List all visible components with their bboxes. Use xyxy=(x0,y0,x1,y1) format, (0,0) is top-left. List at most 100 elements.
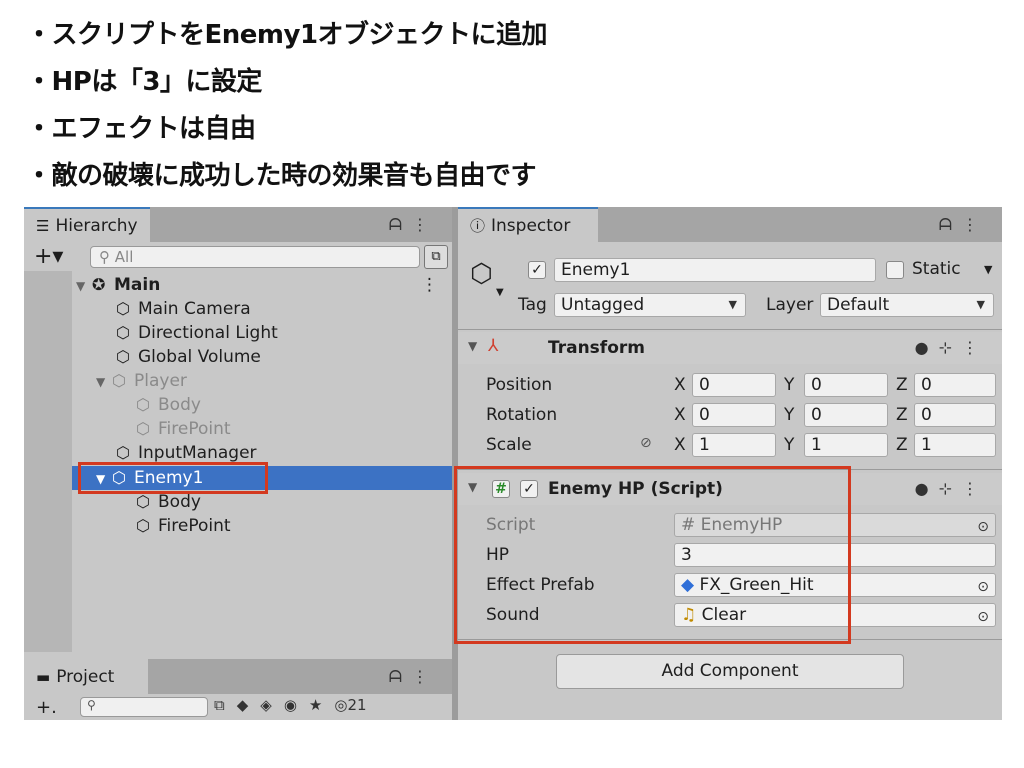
note-line: ・敵の破壊に成功した時の効果音も自由です xyxy=(26,161,537,191)
hierarchy-item[interactable]: ⬡ FirePoint xyxy=(72,514,452,538)
hierarchy-toolbar: +▾ ⚲ All ⧉ xyxy=(24,242,452,271)
hierarchy-panel: ☰ Hierarchy ᗩ⋮ +▾ ⚲ All ⧉ ▼ ✪ Main ⋮ ⬡ Main… xyxy=(24,207,452,652)
hierarchy-search-input[interactable]: ⚲ All xyxy=(90,246,420,268)
foldout-arrow-icon[interactable]: ▼ xyxy=(468,339,477,353)
kebab-menu-icon[interactable]: ⋮ xyxy=(421,273,438,297)
project-toolbar: +. ⚲ ⧉◆◈◉★◎21 xyxy=(24,694,452,720)
divider xyxy=(458,329,1002,330)
hierarchy-item[interactable]: ⬡ Main Camera xyxy=(72,297,452,321)
position-label: Position xyxy=(486,375,553,395)
scale-x-field[interactable]: 1 xyxy=(692,433,776,457)
project-tools: ⧉◆◈◉★◎21 xyxy=(214,696,367,714)
chevron-down-icon[interactable]: ▼ xyxy=(984,263,992,276)
cube-icon: ⬡ xyxy=(112,371,126,390)
kebab-menu-icon[interactable]: ⋮ xyxy=(412,667,438,686)
star-icon[interactable]: ★ xyxy=(309,696,334,714)
scene-icon: ✪ xyxy=(92,275,106,294)
project-tabbar: ▬ Project ᗩ⋮ xyxy=(24,659,452,694)
tab-label: Project xyxy=(56,666,115,687)
note-line: ・エフェクトは自由 xyxy=(26,114,256,144)
preset-icon[interactable]: ⊹ xyxy=(939,479,962,498)
rotation-y-field[interactable]: 0 xyxy=(804,403,888,427)
object-picker-icon[interactable]: ⊙ xyxy=(977,516,989,536)
kebab-menu-icon[interactable]: ⋮ xyxy=(412,215,438,234)
hierarchy-item[interactable]: ⬡ Body xyxy=(72,393,452,417)
cube-icon: ⬡ xyxy=(116,299,130,318)
preset-icon[interactable]: ⊹ xyxy=(939,338,962,357)
scale-y-field[interactable]: 1 xyxy=(804,433,888,457)
static-checkbox[interactable] xyxy=(886,261,904,279)
help-icon[interactable]: ● xyxy=(915,338,939,357)
label-filter-icon[interactable]: ◈ xyxy=(260,696,284,714)
kebab-menu-icon[interactable]: ⋮ xyxy=(962,338,988,357)
tag-label: Tag xyxy=(518,295,547,315)
inspector-tabbar: ⓘ Inspector ᗩ⋮ xyxy=(458,207,1002,242)
object-picker-icon[interactable]: ⊙ xyxy=(977,576,989,596)
help-icon[interactable]: ● xyxy=(915,479,939,498)
hierarchy-item[interactable]: ⬡ Global Volume xyxy=(72,345,452,369)
transform-title: Transform xyxy=(548,338,645,358)
scale-z-field[interactable]: 1 xyxy=(914,433,996,457)
axis-z-label: Z xyxy=(896,375,908,395)
layer-label: Layer xyxy=(766,295,814,315)
type-filter-icon[interactable]: ◆ xyxy=(237,696,261,714)
tab-project[interactable]: ▬ Project xyxy=(24,659,148,694)
hierarchy-item-main[interactable]: ▼ ✪ Main ⋮ xyxy=(72,273,452,297)
active-checkbox[interactable]: ✓ xyxy=(528,261,546,279)
inspector-tab-tools: ᗩ⋮ xyxy=(939,215,988,235)
hierarchy-item[interactable]: ⬡ Directional Light xyxy=(72,321,452,345)
kebab-menu-icon[interactable]: ⋮ xyxy=(962,215,988,234)
note-line: ・スクリプトをEnemy1オブジェクトに追加 xyxy=(26,20,548,50)
position-z-field[interactable]: 0 xyxy=(914,373,996,397)
position-y-field[interactable]: 0 xyxy=(804,373,888,397)
foldout-arrow-icon[interactable]: ▼ xyxy=(76,274,92,298)
hidden-count: 21 xyxy=(347,696,367,714)
project-panel: ▬ Project ᗩ⋮ +. ⚲ ⧉◆◈◉★◎21 xyxy=(24,659,452,720)
position-x-field[interactable]: 0 xyxy=(692,373,776,397)
lock-icon[interactable]: ᗩ xyxy=(389,215,412,234)
axis-z-label: Z xyxy=(896,435,908,455)
info-icon: ⓘ xyxy=(470,217,486,235)
chevron-down-icon[interactable]: ▼ xyxy=(496,287,504,298)
search-icon: ⚲ xyxy=(87,698,96,712)
create-button[interactable]: +▾ xyxy=(34,244,74,269)
create-button[interactable]: +. xyxy=(36,697,57,718)
rotation-x-field[interactable]: 0 xyxy=(692,403,776,427)
rotation-label: Rotation xyxy=(486,405,558,425)
instruction-notes: ・スクリプトをEnemy1オブジェクトに追加 ・HPは「3」に設定 ・エフェクト… xyxy=(26,14,548,202)
highlight-box-script xyxy=(454,466,851,644)
project-search-input[interactable]: ⚲ xyxy=(80,697,208,717)
hierarchy-tab-tools: ᗩ⋮ xyxy=(389,215,438,235)
note-line: ・HPは「3」に設定 xyxy=(26,67,262,97)
add-component-button[interactable]: Add Component xyxy=(556,654,904,689)
search-icon: ⚲ xyxy=(99,248,115,266)
link-icon[interactable]: ⊘ xyxy=(640,435,652,451)
object-picker-icon[interactable]: ⊙ xyxy=(977,606,989,626)
kebab-menu-icon[interactable]: ⋮ xyxy=(962,479,988,498)
layer-dropdown[interactable]: Default xyxy=(820,293,994,317)
search-options-icon[interactable]: ⧉ xyxy=(424,245,448,269)
hierarchy-tabbar: ☰ Hierarchy ᗩ⋮ xyxy=(24,207,452,242)
hierarchy-item-player[interactable]: ▼ ⬡ Player xyxy=(72,369,452,393)
info-icon[interactable]: ◉ xyxy=(284,696,309,714)
eye-icon[interactable]: ◎ xyxy=(334,696,347,714)
rotation-z-field[interactable]: 0 xyxy=(914,403,996,427)
tab-hierarchy[interactable]: ☰ Hierarchy xyxy=(24,207,150,242)
search-options-icon[interactable]: ⧉ xyxy=(214,696,237,714)
tab-inspector[interactable]: ⓘ Inspector xyxy=(458,207,598,242)
hierarchy-item[interactable]: ⬡ FirePoint xyxy=(72,417,452,441)
axis-y-label: Y xyxy=(784,375,795,395)
component-tools: ●⊹⋮ xyxy=(915,479,988,498)
tag-dropdown[interactable]: Untagged xyxy=(554,293,746,317)
hierarchy-gutter xyxy=(24,271,72,652)
foldout-arrow-icon[interactable]: ▼ xyxy=(96,370,112,394)
inspector-panel: ⓘ Inspector ᗩ⋮ ⬡ ▼ ✓ Enemy1 Static ▼ Tag… xyxy=(454,207,1002,720)
gameobject-cube-icon[interactable]: ⬡ xyxy=(470,259,493,289)
lock-icon[interactable]: ᗩ xyxy=(939,215,962,234)
cube-icon: ⬡ xyxy=(136,419,150,438)
cube-icon: ⬡ xyxy=(116,323,130,342)
object-name-field[interactable]: Enemy1 xyxy=(554,258,876,282)
tab-label: Hierarchy xyxy=(55,215,138,236)
lock-icon[interactable]: ᗩ xyxy=(389,667,412,686)
transform-header[interactable]: ▼ ⅄ Transform ●⊹⋮ xyxy=(458,332,1002,364)
